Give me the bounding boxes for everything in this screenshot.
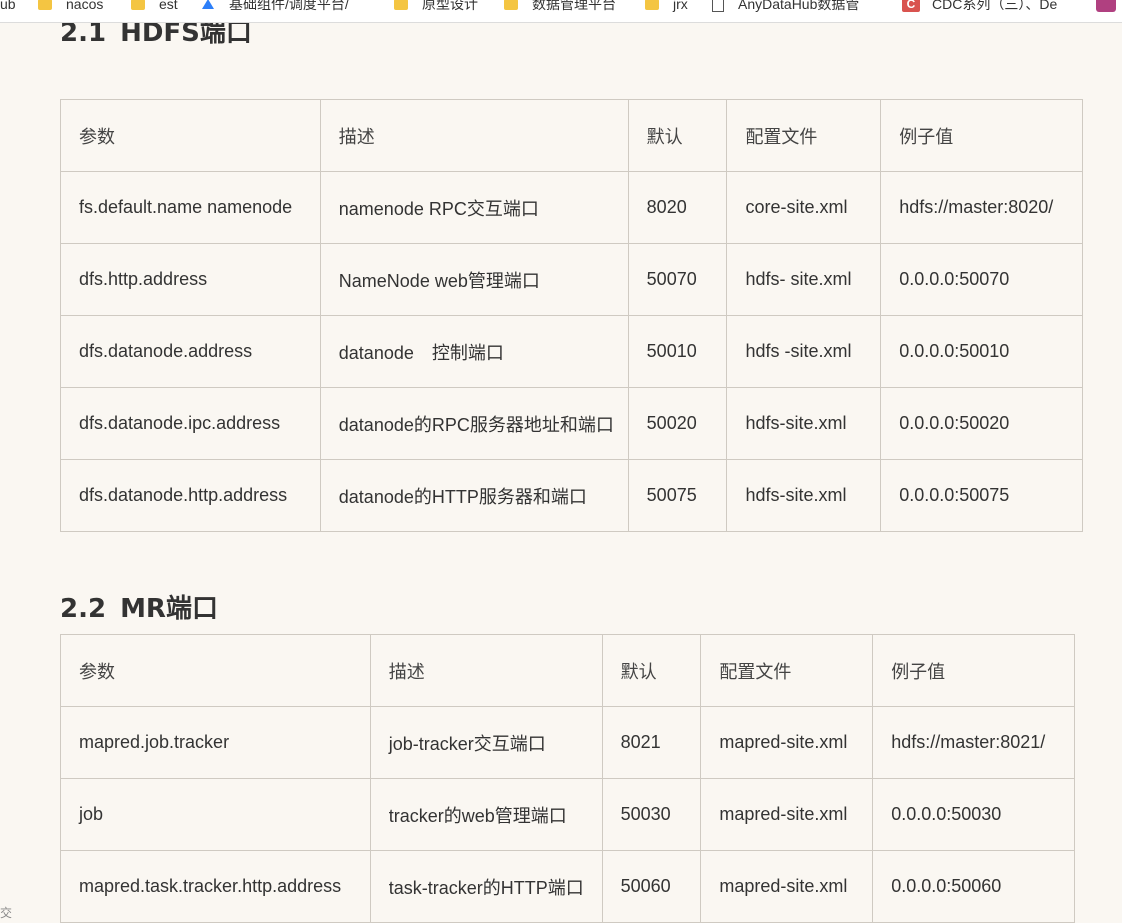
header-cell: 默认 bbox=[627, 99, 728, 172]
avatar-icon bbox=[1096, 0, 1116, 12]
table-cell: hdfs://master:8021/ bbox=[872, 706, 1075, 779]
table-cell: mapred.job.tracker bbox=[60, 706, 371, 779]
bookmark-item[interactable]: 基础组件/调度平台/ bbox=[201, 0, 349, 14]
table-cell: 50075 bbox=[627, 459, 728, 532]
bookmarks-bar: ub nacos est 基础组件/调度平台/ 原型设计 数据管理平台 jrx … bbox=[0, 0, 1122, 23]
table-cell: dfs.datanode.address bbox=[60, 315, 321, 388]
table-cell: datanode的RPC服务器地址和端口 bbox=[319, 387, 629, 460]
table-cell: 0.0.0.0:50030 bbox=[872, 778, 1075, 851]
table-row: dfs.datanode.http.address datanode的HTTP服… bbox=[60, 459, 1083, 532]
hdfs-ports-table: 参数 描述 默认 配置文件 例子值 fs.default.name nameno… bbox=[60, 99, 1083, 532]
header-cell: 例子值 bbox=[872, 634, 1075, 707]
table-header-row: 参数 描述 默认 配置文件 例子值 bbox=[60, 99, 1083, 172]
table-cell: 8021 bbox=[601, 706, 702, 779]
table-cell: 8020 bbox=[627, 171, 728, 244]
table-cell: 50010 bbox=[627, 315, 728, 388]
bookmark-item[interactable]: est bbox=[131, 0, 178, 14]
table-cell: datanode的HTTP服务器和端口 bbox=[319, 459, 629, 532]
table-cell: fs.default.name namenode bbox=[60, 171, 321, 244]
table-row: dfs.http.address NameNode web管理端口 50070 … bbox=[60, 243, 1083, 316]
table-cell: 50020 bbox=[627, 387, 728, 460]
folder-icon bbox=[645, 0, 659, 10]
bookmark-label: est bbox=[159, 0, 178, 12]
table-cell: job bbox=[60, 778, 371, 851]
table-header-row: 参数 描述 默认 配置文件 例子值 bbox=[60, 634, 1075, 707]
table-row: mapred.job.tracker job-tracker交互端口 8021 … bbox=[60, 706, 1075, 779]
table-cell: hdfs-site.xml bbox=[726, 459, 882, 532]
table-cell: 0.0.0.0:50010 bbox=[880, 315, 1083, 388]
table-cell: mapred.task.tracker.http.address bbox=[60, 850, 371, 923]
folder-icon bbox=[504, 0, 518, 10]
bookmark-item[interactable]: jrx bbox=[645, 0, 688, 14]
table-cell: datanode 控制端口 bbox=[319, 315, 629, 388]
bookmark-label: AnyDataHub数据管 bbox=[738, 0, 860, 12]
table-cell: hdfs -site.xml bbox=[726, 315, 882, 388]
header-cell: 参数 bbox=[60, 634, 371, 707]
table-cell: job-tracker交互端口 bbox=[369, 706, 603, 779]
folder-icon bbox=[131, 0, 145, 10]
side-mark: 交 bbox=[0, 906, 13, 920]
table-cell: 0.0.0.0:50075 bbox=[880, 459, 1083, 532]
table-row: dfs.datanode.ipc.address datanode的RPC服务器… bbox=[60, 387, 1083, 460]
header-cell: 默认 bbox=[601, 634, 702, 707]
section-number: 2.2 bbox=[60, 594, 107, 624]
header-cell: 例子值 bbox=[880, 99, 1083, 172]
article-content: 2.1 HDFS端口 参数 描述 默认 配置文件 例子值 fs.default.n… bbox=[0, 0, 1122, 923]
table-cell: task-tracker的HTTP端口 bbox=[369, 850, 603, 923]
table-cell: mapred-site.xml bbox=[700, 706, 874, 779]
table-cell: namenode RPC交互端口 bbox=[319, 171, 629, 244]
table-row: mapred.task.tracker.http.address task-tr… bbox=[60, 850, 1075, 923]
table-cell: 0.0.0.0:50020 bbox=[880, 387, 1083, 460]
blue-logo-icon bbox=[202, 0, 214, 9]
section-title: MR端口 bbox=[120, 594, 218, 624]
table-cell: mapred-site.xml bbox=[700, 850, 874, 923]
header-cell: 配置文件 bbox=[726, 99, 882, 172]
table-cell: dfs.http.address bbox=[60, 243, 321, 316]
table-cell: 50030 bbox=[601, 778, 702, 851]
table-cell: mapred-site.xml bbox=[700, 778, 874, 851]
bookmark-label: ub bbox=[0, 0, 16, 12]
table-cell: 50060 bbox=[601, 850, 702, 923]
section-heading-mr: 2.2 MR端口 bbox=[60, 588, 218, 625]
header-cell: 描述 bbox=[369, 634, 603, 707]
table-row: job tracker的web管理端口 50030 mapred-site.xm… bbox=[60, 778, 1075, 851]
bookmark-label: nacos bbox=[66, 0, 104, 12]
table-cell: hdfs- site.xml bbox=[726, 243, 882, 316]
table-cell: NameNode web管理端口 bbox=[319, 243, 629, 316]
bookmark-label: 原型设计 bbox=[422, 0, 478, 12]
bookmark-item[interactable]: nacos bbox=[38, 0, 103, 14]
bookmark-label: CDC系列（三）、De bbox=[932, 0, 1058, 12]
bookmark-item[interactable]: C CDC系列（三）、De bbox=[902, 0, 1057, 14]
bookmark-label: jrx bbox=[673, 0, 688, 12]
table-cell: dfs.datanode.http.address bbox=[60, 459, 321, 532]
header-cell: 参数 bbox=[60, 99, 321, 172]
bookmark-label: 数据管理平台 bbox=[532, 0, 616, 12]
table-row: dfs.datanode.address datanode 控制端口 50010… bbox=[60, 315, 1083, 388]
table-cell: dfs.datanode.ipc.address bbox=[60, 387, 321, 460]
table-cell: 0.0.0.0:50060 bbox=[872, 850, 1075, 923]
folder-icon bbox=[394, 0, 408, 10]
bookmark-item[interactable]: 数据管理平台 bbox=[504, 0, 616, 14]
table-cell: 0.0.0.0:50070 bbox=[880, 243, 1083, 316]
table-cell: hdfs-site.xml bbox=[726, 387, 882, 460]
table-cell: 50070 bbox=[627, 243, 728, 316]
bookmark-label: 基础组件/调度平台/ bbox=[229, 0, 349, 12]
table-row: fs.default.name namenode namenode RPC交互端… bbox=[60, 171, 1083, 244]
folder-icon bbox=[38, 0, 52, 10]
bookmark-item[interactable]: ub bbox=[0, 0, 16, 14]
csdn-icon: C bbox=[902, 0, 920, 12]
mr-ports-table: 参数 描述 默认 配置文件 例子值 mapred.job.tracker job… bbox=[60, 634, 1075, 923]
page-icon bbox=[712, 0, 724, 12]
bookmark-item[interactable]: 原型设计 bbox=[394, 0, 478, 14]
table-cell: core-site.xml bbox=[726, 171, 882, 244]
profile-avatar[interactable] bbox=[1096, 0, 1116, 14]
table-cell: tracker的web管理端口 bbox=[369, 778, 603, 851]
table-cell: hdfs://master:8020/ bbox=[880, 171, 1083, 244]
header-cell: 配置文件 bbox=[700, 634, 874, 707]
header-cell: 描述 bbox=[319, 99, 629, 172]
bookmark-item[interactable]: AnyDataHub数据管 bbox=[712, 0, 859, 14]
